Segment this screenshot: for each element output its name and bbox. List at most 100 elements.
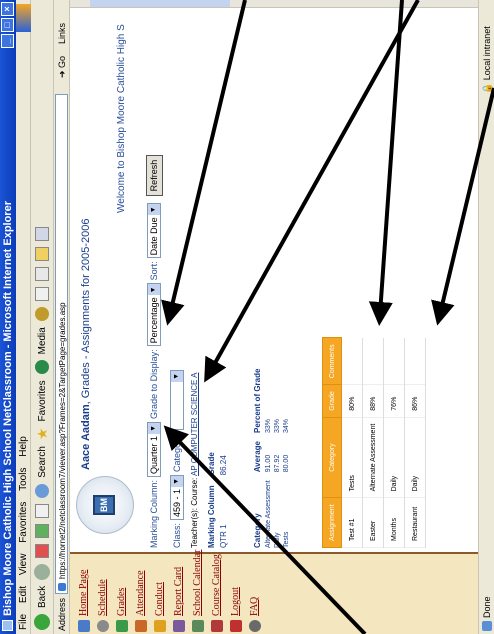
table-row: Daily 87.92 33%: [273, 361, 282, 548]
status-bar: Done 🔒 Local intranet: [478, 0, 494, 634]
home-icon[interactable]: [35, 503, 49, 518]
table-cell: 88%: [362, 384, 384, 418]
back-arrow-icon[interactable]: [34, 614, 50, 630]
chevron-down-icon: ▼: [171, 475, 183, 487]
table-cell: 34%: [283, 419, 290, 434]
nav-label: Grades: [116, 587, 127, 616]
nav-logout[interactable]: Logout: [226, 554, 245, 634]
messenger-icon[interactable]: [35, 227, 49, 242]
people-icon: [134, 620, 147, 632]
class-value: 459 - 1: [172, 488, 182, 517]
nav-school-calendar[interactable]: School Calendar: [188, 550, 207, 634]
menu-favorites[interactable]: Favorites: [18, 502, 29, 543]
marking-select[interactable]: Quarter 1 ▼: [147, 421, 161, 477]
go-label: Go: [57, 55, 67, 68]
links-button[interactable]: Links: [54, 23, 70, 44]
back-button[interactable]: Back: [37, 586, 48, 608]
print-icon[interactable]: [35, 267, 49, 282]
table-cell: Tests: [283, 531, 290, 548]
nav-course-catalog[interactable]: Course Catalog: [207, 554, 226, 634]
maximize-button[interactable]: □: [1, 18, 14, 32]
pencil-icon: [115, 620, 128, 632]
nav-grades[interactable]: Grades: [112, 554, 131, 634]
nav-report-card[interactable]: Report Card: [169, 554, 188, 634]
table-cell: 86.24: [219, 455, 228, 476]
nav-label: Report Card: [173, 566, 184, 616]
table-cell: [383, 337, 405, 385]
table-cell: Months: [383, 497, 405, 548]
table-cell: 33%: [274, 419, 281, 434]
page-title: Aace Aadam, Grades - Assignments for 200…: [80, 218, 92, 470]
close-button[interactable]: ×: [1, 2, 14, 16]
nav-attendance[interactable]: Attendance: [131, 554, 150, 634]
catalog-icon: [210, 620, 223, 632]
chevron-down-icon: ▼: [148, 204, 160, 216]
nav-label: Home Page: [78, 569, 89, 616]
nav-label: School Calendar: [192, 549, 203, 616]
table-header: Category: [322, 417, 342, 498]
refresh-button[interactable]: Refresh: [145, 154, 163, 197]
nav-faq[interactable]: FAQ: [245, 554, 264, 634]
folder-icon[interactable]: [35, 247, 49, 262]
address-url: https://hornet2/netclassroom7/viewer.asp…: [58, 302, 67, 579]
window-title: Bishop Moore Catholic High School NetCla…: [2, 201, 14, 616]
table-header: Marking Column: [207, 485, 216, 548]
scrollbar-thumb[interactable]: [90, 0, 230, 7]
media-button[interactable]: Media: [37, 327, 48, 354]
table-cell: [341, 337, 363, 385]
mail-icon[interactable]: [35, 287, 49, 302]
menu-edit[interactable]: Edit: [18, 586, 29, 603]
menu-help[interactable]: Help: [18, 436, 29, 457]
course-link[interactable]: AP COMPUTER SCIENCE A: [190, 373, 199, 476]
chevron-down-icon: ▼: [148, 422, 160, 434]
stop-icon[interactable]: [35, 543, 49, 558]
title-bar: Bishop Moore Catholic High School NetCla…: [0, 0, 16, 634]
search-icon[interactable]: [35, 483, 49, 498]
favorites-star-icon[interactable]: ★: [34, 428, 51, 441]
table-cell: 87.92: [274, 454, 281, 473]
table-cell: 33%: [265, 419, 272, 434]
teacher-info: Teacher(s): Course: AP COMPUTER SCIENCE …: [190, 373, 199, 548]
category-select[interactable]: ▼: [170, 369, 184, 430]
table-cell: 76%: [383, 384, 405, 418]
teacher-label: Teacher(s):: [190, 507, 199, 548]
go-button[interactable]: ➜ Go: [54, 56, 70, 78]
menu-file[interactable]: File: [18, 614, 29, 630]
history-icon[interactable]: [35, 307, 49, 322]
minimize-button[interactable]: _: [1, 34, 14, 48]
zone-label: Local intranet: [482, 26, 492, 81]
main-panel: BM Aace Aadam, Grades - Assignments for …: [70, 8, 478, 548]
favorites-button[interactable]: Favorites: [37, 380, 48, 421]
class-select[interactable]: 459 - 1 ▼: [170, 474, 184, 520]
search-button[interactable]: Search: [37, 446, 48, 478]
display-select[interactable]: Percentage ▼: [147, 283, 161, 347]
table-cell: Restaurant: [404, 497, 426, 548]
header-banner: BM Aace Aadam, Grades - Assignments for …: [70, 8, 140, 548]
menu-tools[interactable]: Tools: [18, 468, 29, 491]
ie-icon: [2, 620, 13, 631]
report-icon: [172, 620, 185, 632]
table-cell: Tests: [341, 417, 363, 498]
table-cell: 86%: [404, 384, 426, 418]
menu-view[interactable]: View: [18, 554, 29, 576]
sort-select[interactable]: Date Due ▼: [147, 203, 161, 259]
vertical-scrollbar[interactable]: [70, 0, 478, 8]
table-cell: [362, 337, 384, 385]
nav-label: Course Catalog: [211, 554, 222, 616]
nav-schedule[interactable]: Schedule: [93, 554, 112, 634]
media-icon[interactable]: [35, 360, 49, 375]
table-header: Comments: [322, 337, 342, 385]
table-header: Percent of Grade: [253, 368, 262, 434]
table-header: Grade: [322, 384, 342, 418]
address-input[interactable]: https://hornet2/netclassroom7/viewer.asp…: [55, 94, 68, 594]
left-nav: Home Page Schedule Grades Attendance Con…: [70, 550, 478, 634]
welcome-text: Welcome to Bishop Moore Catholic High S: [116, 24, 127, 213]
filter-controls: Marking Column: Quarter 1 ▼ Grade to Disp…: [142, 8, 166, 548]
chevron-down-icon: ▼: [171, 370, 183, 382]
forward-arrow-icon[interactable]: [34, 563, 50, 580]
refresh-icon[interactable]: [35, 523, 49, 538]
page-content: Home Page Schedule Grades Attendance Con…: [70, 0, 478, 634]
nav-home-page[interactable]: Home Page: [74, 554, 93, 634]
nav-conduct[interactable]: Conduct: [150, 554, 169, 634]
table-row: Restaurant Daily 86%: [404, 337, 426, 548]
